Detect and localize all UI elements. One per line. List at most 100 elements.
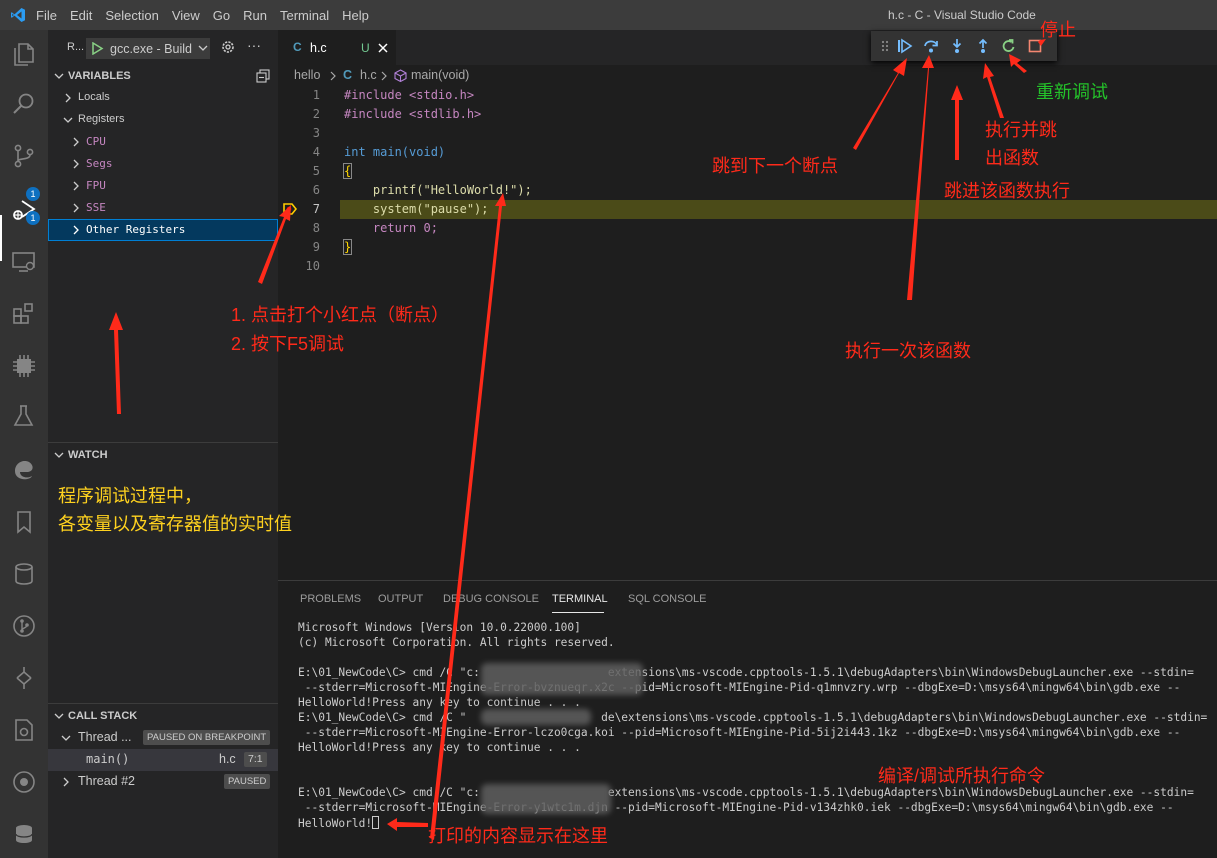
frame-position-badge: 7:1 [244,752,267,767]
register-group-other[interactable]: Other Registers [48,219,278,241]
menu-file[interactable]: File [36,8,57,23]
breadcrumb-symbol[interactable]: main(void) [411,68,469,82]
annotation-vars-1: 程序调试过程中， [58,486,202,506]
settings-sync-icon[interactable] [10,716,38,744]
chevron-down-icon [198,45,208,51]
register-group-segs[interactable]: Segs [48,153,278,175]
launch-config-select[interactable]: gcc.exe - Build [86,38,210,59]
source-control-icon[interactable] [10,142,38,170]
target-icon[interactable] [10,768,38,796]
registers-scope[interactable]: Registers [48,109,278,131]
run-view-label: R... [67,41,85,53]
code-text: #include <stdlib.h> [344,107,482,121]
thread-1-row[interactable]: Thread ... PAUSED ON BREAKPOINT [48,727,278,749]
tab-problems[interactable]: PROBLEMS [300,593,361,605]
restart-icon[interactable] [1001,38,1017,54]
c-file-icon: C [293,40,302,54]
chevron-right-icon [73,159,79,169]
breadcrumb-folder[interactable]: hello [294,68,320,82]
breadcrumb-file[interactable]: h.c [360,68,377,82]
thread-2-row[interactable]: Thread #2 PAUSED [48,771,278,793]
annotation-commands: 编译/调试所执行命令 [878,766,1046,786]
locals-scope[interactable]: Locals [48,87,278,109]
menu-terminal[interactable]: Terminal [280,8,329,23]
register-group-sse[interactable]: SSE [48,197,278,219]
chevron-right-icon [73,181,79,191]
menu-help[interactable]: Help [342,8,369,23]
testing-flask-icon[interactable] [10,402,38,430]
variables-section-header[interactable]: VARIABLES [48,65,278,87]
start-debugging-icon[interactable] [91,42,104,55]
step-over-icon[interactable] [923,38,939,54]
callstack-title: CALL STACK [68,710,138,722]
c-file-icon: C [343,68,353,82]
bookmark-icon[interactable] [10,508,38,536]
chevron-down-icon [54,452,64,458]
line-number: 6 [312,183,320,197]
menu-run[interactable]: Run [243,8,267,23]
line-number: 7 [312,202,320,216]
callstack-section-header[interactable]: CALL STACK [48,705,278,727]
chevron-down-icon [61,735,71,741]
tab-output[interactable]: OUTPUT [378,593,423,605]
stack-frame-row[interactable]: main() h.c 7:1 [48,749,278,771]
tab-h-c[interactable]: C h.c U [278,30,396,65]
database-icon[interactable] [10,560,38,588]
title-bar: File Edit Selection View Go Run Terminal… [0,0,1217,30]
register-group-cpu[interactable]: CPU [48,131,278,153]
step-out-icon[interactable] [975,38,991,54]
tab-sql-console[interactable]: SQL CONSOLE [628,593,706,605]
chevron-down-icon [63,117,73,123]
more-actions-icon[interactable]: ··· [247,38,263,55]
line-number: 4 [312,145,320,159]
code-text: } [342,239,353,255]
menu-view[interactable]: View [172,8,200,23]
chevron-right-icon [381,71,387,81]
menu-selection[interactable]: Selection [105,8,158,23]
active-indicator [0,215,2,261]
drag-handle-icon[interactable] [877,38,893,54]
line-number: 2 [312,107,320,121]
annotation-vars-2: 各变量以及寄存器值的实时值 [58,514,292,534]
continue-icon[interactable] [897,38,913,54]
close-icon[interactable] [377,42,389,54]
terminal-line: (c) Microsoft Corporation. All rights re… [298,636,615,649]
menu-bar: File Edit Selection View Go Run Terminal… [36,0,382,30]
code-line: 9 } [278,238,1217,257]
vscode-logo-icon [11,8,25,22]
debug-floating-toolbar [871,31,1057,61]
terminal-line: --stderr=Microsoft-MIEngine-Error-bvznue… [298,681,1181,694]
registers-label: Registers [78,113,125,125]
timeline-icon[interactable] [10,664,38,692]
line-number: 1 [312,88,320,102]
chip-icon[interactable] [10,352,38,380]
collapse-all-icon[interactable] [256,69,270,83]
tab-terminal[interactable]: TERMINAL [552,593,608,605]
extensions-icon[interactable] [10,300,38,328]
frame-function: main() [86,752,130,766]
register-group-label: Other Registers [86,223,186,236]
menu-edit[interactable]: Edit [70,8,92,23]
code-text: int main(void) [344,145,446,159]
tab-debug-console[interactable]: DEBUG CONSOLE [443,593,539,605]
breakpoint-arrow-icon[interactable] [283,203,297,215]
remote-explorer-icon[interactable] [10,248,38,276]
gear-icon[interactable] [220,39,236,55]
explorer-icon[interactable] [10,40,38,68]
menu-go[interactable]: Go [213,8,230,23]
chevron-right-icon [73,203,79,213]
bottom-panel: PROBLEMS OUTPUT DEBUG CONSOLE TERMINAL S… [278,580,1217,858]
code-line: 2 #include <stdlib.h> [278,105,1217,124]
annotation-step-over: 执行一次该函数 [845,341,971,361]
debug-toolbar-header: R... gcc.exe - Build ··· [48,30,278,65]
code-line: 6 printf("HelloWorld!"); [278,181,1217,200]
step-into-icon[interactable] [949,38,965,54]
register-group-fpu[interactable]: FPU [48,175,278,197]
edge-browser-icon[interactable] [10,456,38,484]
git-graph-icon[interactable] [10,612,38,640]
locals-label: Locals [78,91,110,103]
sql-database-icon[interactable] [10,820,38,848]
watch-section-header[interactable]: WATCH [48,444,278,466]
search-icon[interactable] [10,90,38,118]
terminal-line: E:\01_NewCode\C> cmd /C "c: extensions\m… [298,786,1194,799]
